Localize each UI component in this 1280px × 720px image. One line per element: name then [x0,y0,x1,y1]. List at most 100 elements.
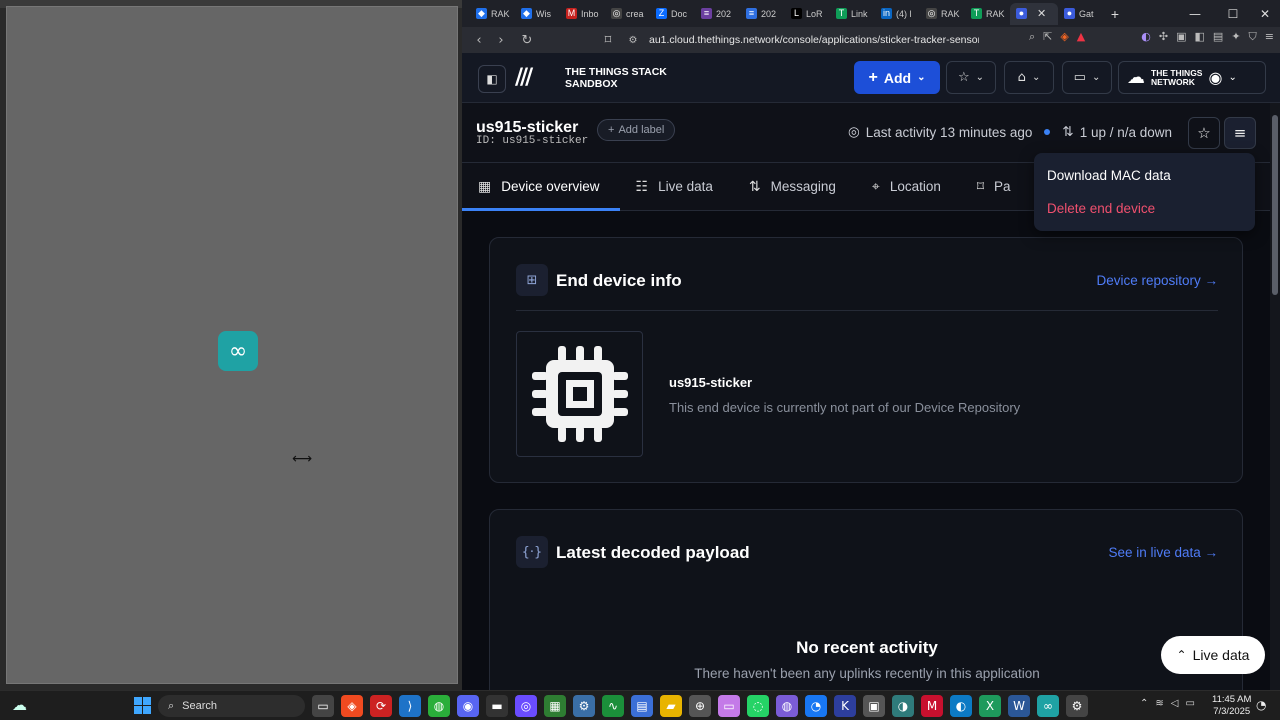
excel-icon[interactable]: X [979,695,1001,717]
messenger-icon[interactable]: ◔ [805,695,827,717]
battery-icon[interactable]: ▭ [1185,698,1194,709]
hamburger-menu-icon[interactable]: ≡ [1224,117,1256,149]
tab-close-icon[interactable]: ✕ [1037,7,1046,20]
vertical-scrollbar[interactable] [1270,103,1280,690]
browser-tab[interactable]: Z Doc [650,3,695,25]
wallet2-icon[interactable]: ▤ [1213,30,1223,44]
bookmarks-dropdown[interactable]: ☆ ⌄ [946,61,996,94]
whatsapp-icon[interactable]: ◌ [747,695,769,717]
left-app-window: ∞ ⟷ [0,0,462,690]
kicad-icon[interactable]: K [834,695,856,717]
word-icon[interactable]: W [1008,695,1030,717]
favorite-star-icon[interactable]: ☆ [1188,117,1220,149]
wechat-icon[interactable]: ◍ [428,695,450,717]
app-icon[interactable]: ▣ [863,695,885,717]
minimize-icon[interactable]: — [1180,0,1210,27]
see-live-data-link[interactable]: See in live data → [1108,545,1218,560]
app-icon[interactable]: ⚙ [573,695,595,717]
arduino-taskbar-icon[interactable]: ∞ [1037,695,1059,717]
browser-menu-icon[interactable]: ≡ [1265,30,1274,44]
browser-tab[interactable]: ◎ crea [605,3,650,25]
zoom-icon[interactable]: ⌕ [1029,30,1035,44]
scrollbar-thumb[interactable] [1272,115,1278,295]
tab-label: Live data [658,179,713,194]
file-explorer-icon[interactable]: ▰ [660,695,682,717]
inbox-dropdown[interactable]: ▭ ⌄ [1062,61,1112,94]
browser-tab[interactable]: ≡ 202 [740,3,785,25]
app-icon[interactable]: ◑ [892,695,914,717]
wallet-icon[interactable]: ▣ [1176,30,1186,44]
windows-start-icon[interactable] [134,697,151,714]
url-field[interactable]: au1.cloud.thethings.network/console/appl… [649,30,979,50]
app-icon[interactable]: ▦ [544,695,566,717]
sticky-notes-icon[interactable]: ▭ [718,695,740,717]
labels-dropdown[interactable]: ⌂ ⌄ [1004,61,1054,94]
live-data-button[interactable]: ⌃ Live data [1161,636,1265,674]
terminal-icon[interactable]: ▬ [486,695,508,717]
device-repository-link[interactable]: Device repository → [1096,273,1218,288]
maximize-icon[interactable]: ☐ [1218,0,1248,27]
volume-icon[interactable]: ◁ [1171,698,1179,709]
delete-end-device-item[interactable]: Delete end device [1047,201,1155,216]
sidebar-toggle-icon[interactable]: ◧ [478,65,506,93]
forward-icon[interactable]: › [490,33,512,48]
browser-tab[interactable]: ◆ RAK [470,3,515,25]
sidebar-icon[interactable]: ◧ [1195,30,1205,44]
add-label-button[interactable]: + Add label [597,119,676,141]
tab-device-overview[interactable]: ▦ Device overview [462,163,620,211]
download-mac-data-item[interactable]: Download MAC data [1047,168,1171,183]
mcafee-icon[interactable]: M [921,695,943,717]
tab-location[interactable]: ⌖ Location [856,163,961,210]
chevron-up-icon[interactable]: ⌃ [1140,698,1148,709]
taskbar-search[interactable]: ⌕ Search [158,695,305,717]
leo-icon[interactable]: ◐ [1141,30,1151,44]
empty-state-subtitle: There haven't been any uplinks recently … [694,666,1040,681]
bookmark-icon[interactable]: ⌑ [597,33,619,48]
device-id: ID: us915-sticker [476,135,589,147]
calculator-icon[interactable]: ▤ [631,695,653,717]
browser-tab[interactable]: ● Gat [1058,3,1103,25]
window-close-icon[interactable]: ✕ [1250,0,1280,27]
user-menu[interactable]: ☁ THE THINGS NETWORK ◉ ⌄ [1118,61,1266,94]
app-icon[interactable]: ∿ [602,695,624,717]
tab-messaging[interactable]: ⇅ Messaging [733,163,856,210]
app-icon[interactable]: ⟳ [370,695,392,717]
ai-icon[interactable]: ✦ [1231,30,1240,44]
edge-icon[interactable]: ◐ [950,695,972,717]
wifi-icon[interactable]: ≋ [1155,698,1163,709]
app-icon[interactable]: ⚙ [1066,695,1088,717]
vscode-icon[interactable]: ⟩ [399,695,421,717]
weather-icon[interactable]: ☁ [12,696,27,714]
reload-icon[interactable]: ↻ [516,33,538,48]
add-button[interactable]: + Add ⌄ [854,61,940,94]
app-icon[interactable]: ⊕ [689,695,711,717]
share-icon[interactable]: ⇱ [1043,30,1052,44]
browser-tab[interactable]: ≡ 202 [695,3,740,25]
browser-tab[interactable]: in (4) l [875,3,920,25]
browser-tab[interactable]: ◎ RAK [920,3,965,25]
tab-label: RAK [941,8,960,19]
discord-icon[interactable]: ◉ [457,695,479,717]
back-icon[interactable]: ‹ [468,33,490,48]
browser-tab[interactable]: ◆ Wis [515,3,560,25]
browser-tab[interactable]: T RAK [965,3,1010,25]
browser-tab[interactable]: M Inbo [560,3,605,25]
new-tab-icon[interactable]: + [1103,6,1127,22]
clock-date: 7/3/2025 [1213,706,1251,717]
vpn-icon[interactable]: ⛉ [1249,30,1257,44]
site-info-icon[interactable]: ⚙ [622,35,644,46]
rewards-icon[interactable]: ▲ [1077,30,1085,44]
tab-pa[interactable]: ⌑ Pa [961,163,1031,210]
tab-live-data[interactable]: ☷ Live data [620,163,733,210]
task-view-icon[interactable]: ▭ [312,695,334,717]
brave-icon[interactable]: ◈ [341,695,363,717]
app-icon[interactable]: ◍ [776,695,798,717]
extensions-icon[interactable]: ✣ [1159,30,1168,44]
browser-tab[interactable]: L LoR [785,3,830,25]
brave-shield-icon[interactable]: ◈ [1060,30,1068,44]
browser-tab[interactable]: T Link [830,3,875,25]
browser-tab[interactable]: ● ✕ [1010,2,1058,25]
notification-bell-icon[interactable]: ◔ [1256,698,1266,712]
clock[interactable]: 11:45 AM 7/3/2025 [1212,694,1251,718]
chatgpt-icon[interactable]: ◎ [515,695,537,717]
